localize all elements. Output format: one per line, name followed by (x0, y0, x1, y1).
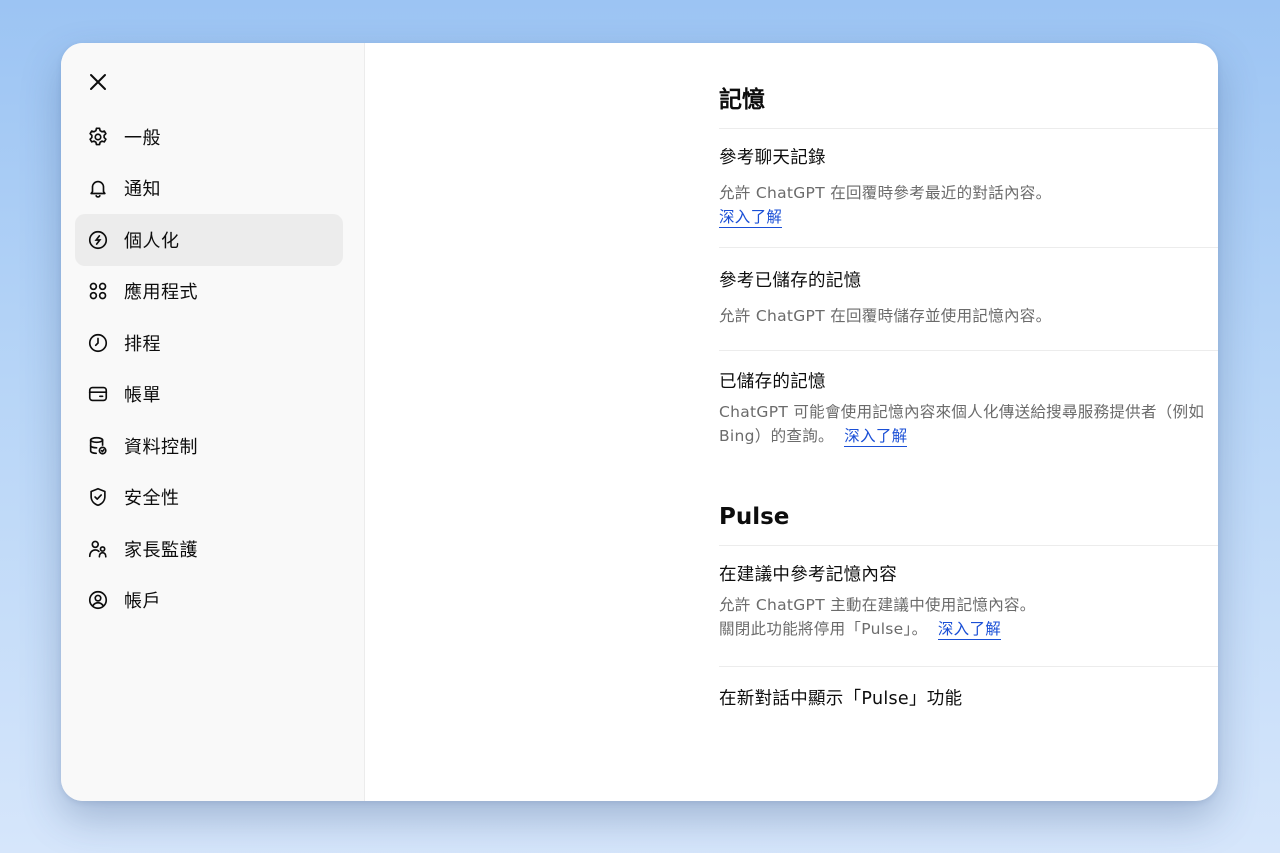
sidebar-item-label: 家長監護 (124, 539, 198, 561)
apps-grid-icon (87, 280, 109, 302)
divider (719, 666, 1218, 667)
shield-icon (87, 486, 109, 508)
credit-card-icon (87, 383, 109, 405)
close-button[interactable] (83, 67, 113, 97)
family-icon (87, 538, 109, 560)
reference-saved-memories-row: 參考已儲存的記憶 允許 ChatGPT 在回覆時儲存並使用記憶內容。 (719, 269, 1218, 328)
sidebar-item-schedule[interactable]: 排程 (75, 317, 343, 369)
saved-memories-row: 已儲存的記憶 ChatGPT 可能會使用記憶內容來個人化傳送給搜尋服務提供者（例… (719, 370, 1218, 448)
divider (719, 128, 1218, 129)
sidebar-item-label: 帳戶 (124, 591, 161, 613)
sidebar-item-parental-controls[interactable]: 家長監護 (75, 523, 343, 575)
settings-sidebar: 一般 通知 個人化 應用程式 排程 帳單 資料控制 安全性 家長監護 帳戶 (61, 43, 365, 801)
personalize-icon (87, 229, 109, 251)
sidebar-item-personalization[interactable]: 個人化 (75, 214, 343, 266)
show-pulse-row: 在新對話中顯示「Pulse」功能 (719, 687, 1218, 711)
database-icon (87, 435, 109, 457)
divider (719, 350, 1218, 351)
reference-saved-memories-title: 參考已儲存的記憶 (719, 271, 862, 291)
sidebar-item-label: 排程 (124, 333, 161, 355)
sidebar-item-notifications[interactable]: 通知 (75, 163, 343, 215)
suggestions-memory-desc: 允許 ChatGPT 主動在建議中使用記憶內容。 關閉此功能將停用「Pulse」… (719, 596, 1036, 640)
divider (719, 247, 1218, 248)
settings-content: 記憶 參考聊天記錄 允許 ChatGPT 在回覆時參考最近的對話內容。 深入了解… (365, 43, 1218, 801)
sidebar-item-label: 應用程式 (124, 282, 198, 304)
show-pulse-title: 在新對話中顯示「Pulse」功能 (719, 689, 963, 709)
sidebar-item-label: 個人化 (124, 230, 180, 252)
close-icon (90, 74, 106, 90)
divider (719, 545, 1218, 546)
clock-icon (87, 332, 109, 354)
sidebar-item-label: 資料控制 (124, 436, 198, 458)
sidebar-item-apps[interactable]: 應用程式 (75, 266, 343, 318)
settings-dialog: 一般 通知 個人化 應用程式 排程 帳單 資料控制 安全性 家長監護 帳戶 記憶… (61, 43, 1218, 801)
reference-saved-memories-desc: 允許 ChatGPT 在回覆時儲存並使用記憶內容。 (719, 307, 1052, 325)
sidebar-item-general[interactable]: 一般 (75, 111, 343, 163)
sidebar-item-label: 一般 (124, 127, 161, 149)
sidebar-item-data-controls[interactable]: 資料控制 (75, 420, 343, 472)
suggestions-memory-title: 在建議中參考記憶內容 (719, 565, 897, 585)
bell-icon (87, 177, 109, 199)
settings-nav: 一般 通知 個人化 應用程式 排程 帳單 資料控制 安全性 家長監護 帳戶 (75, 111, 343, 626)
gear-icon (87, 126, 109, 148)
learn-more-link[interactable]: 深入了解 (844, 427, 908, 447)
learn-more-link[interactable]: 深入了解 (719, 208, 783, 228)
reference-chat-history-row: 參考聊天記錄 允許 ChatGPT 在回覆時參考最近的對話內容。 深入了解 (719, 146, 1218, 229)
saved-memories-desc: ChatGPT 可能會使用記憶內容來個人化傳送給搜尋服務提供者（例如 Bing）… (719, 403, 1205, 447)
memory-section-title: 記憶 (719, 87, 765, 113)
reference-chat-history-desc: 允許 ChatGPT 在回覆時參考最近的對話內容。 深入了解 (719, 184, 1052, 228)
sidebar-item-label: 安全性 (124, 488, 180, 510)
saved-memories-title: 已儲存的記憶 (719, 372, 826, 392)
sidebar-item-label: 帳單 (124, 385, 161, 407)
sidebar-item-account[interactable]: 帳戶 (75, 575, 343, 627)
sidebar-item-security[interactable]: 安全性 (75, 472, 343, 524)
sidebar-item-label: 通知 (124, 179, 161, 201)
suggestions-memory-row: 在建議中參考記憶內容 允許 ChatGPT 主動在建議中使用記憶內容。 關閉此功… (719, 563, 1218, 641)
learn-more-link[interactable]: 深入了解 (937, 620, 1002, 640)
pulse-section-title: Pulse (719, 504, 790, 530)
user-circle-icon (87, 589, 109, 611)
reference-chat-history-title: 參考聊天記錄 (719, 148, 826, 168)
sidebar-item-billing[interactable]: 帳單 (75, 369, 343, 421)
